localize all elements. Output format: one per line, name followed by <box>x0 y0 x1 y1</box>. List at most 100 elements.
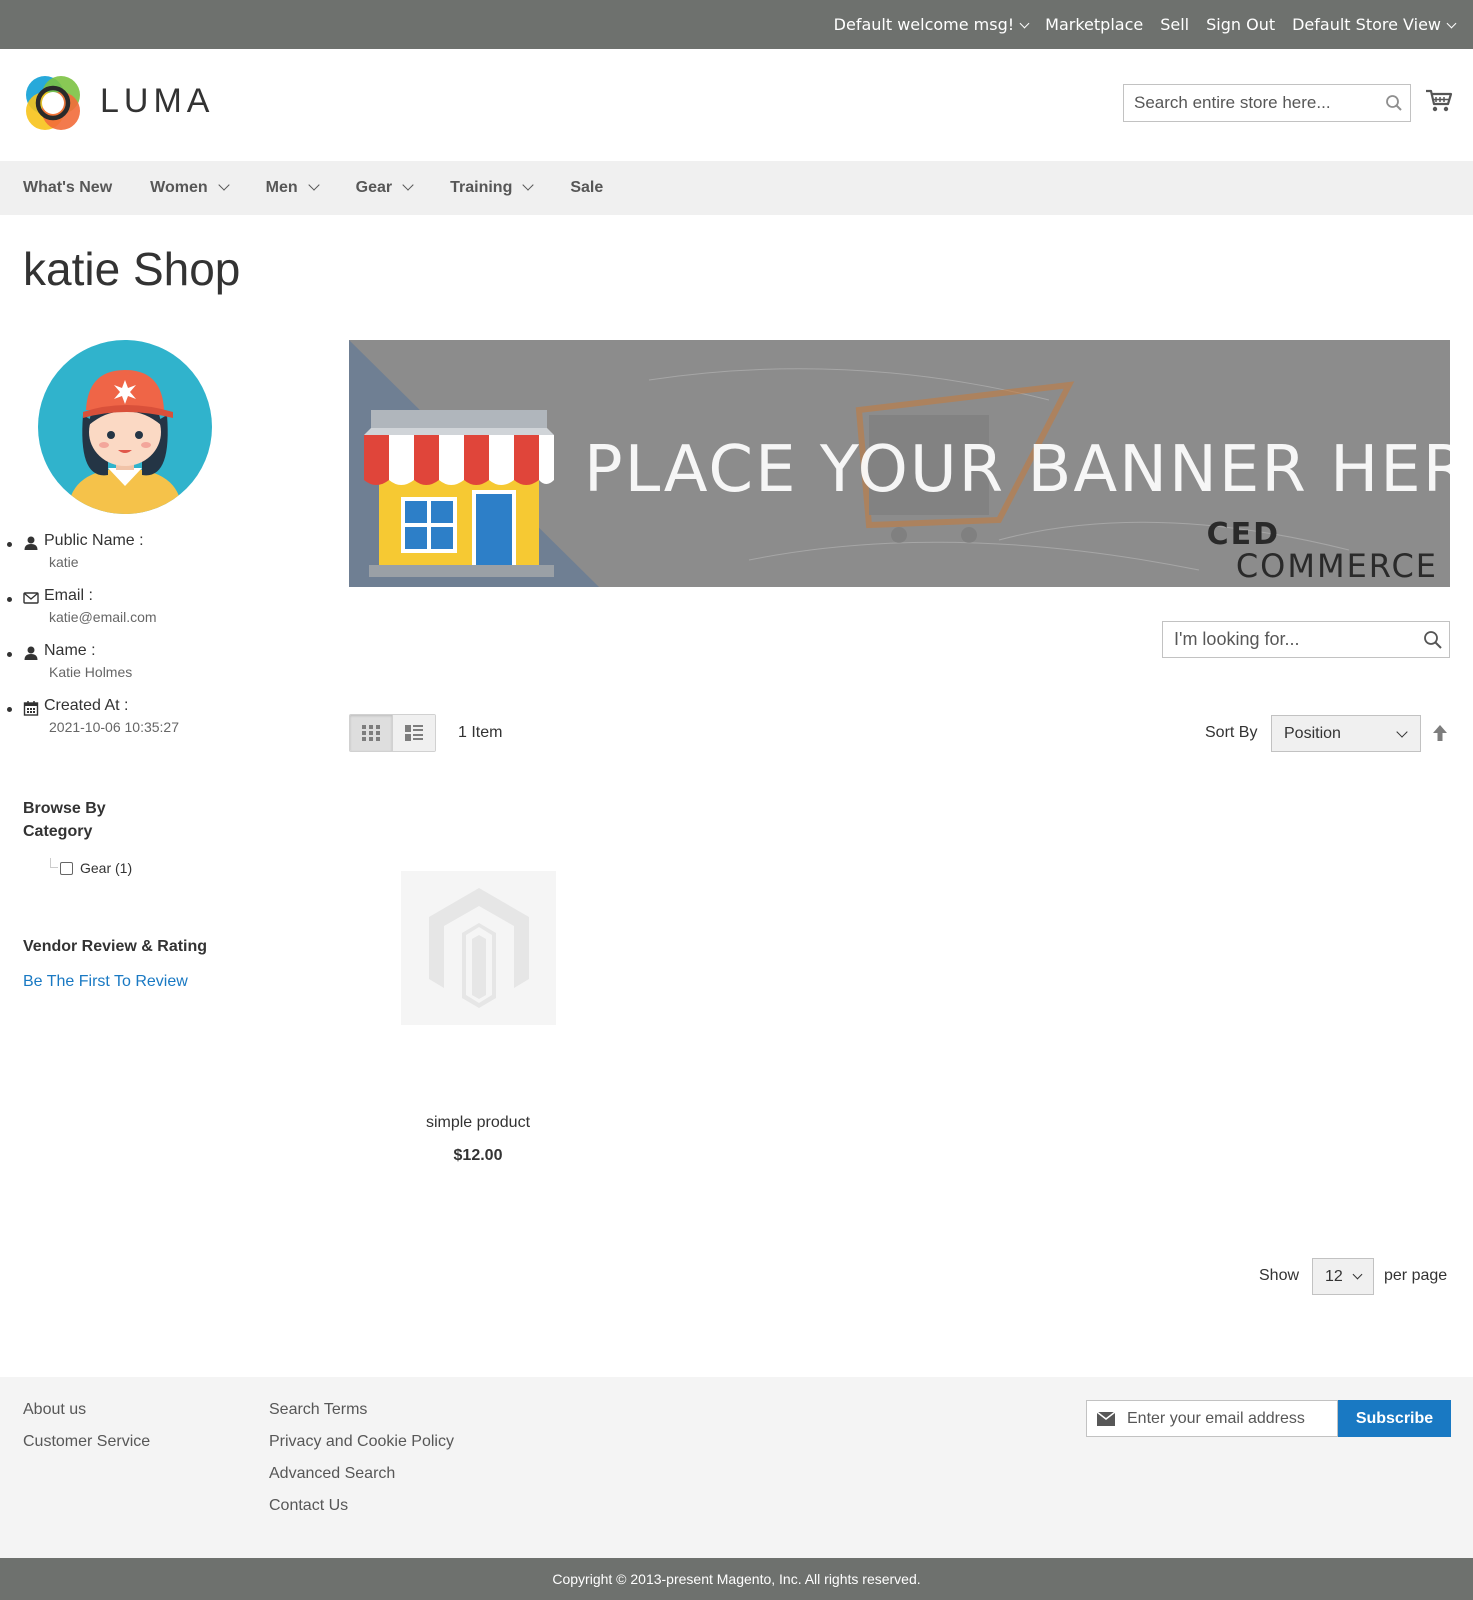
chevron-down-icon <box>522 179 535 191</box>
search-icon[interactable] <box>1417 622 1449 658</box>
sell-link[interactable]: Sell <box>1160 15 1189 34</box>
bullet <box>7 597 12 602</box>
shop-search <box>1162 621 1450 658</box>
nav-item-sale[interactable]: Sale <box>570 179 603 197</box>
nav-item-women[interactable]: Women <box>150 179 230 197</box>
sort-by-select[interactable]: Position <box>1271 715 1421 752</box>
category-filter-gear[interactable]: Gear (1) <box>50 858 133 876</box>
sort-by-value: Position <box>1284 724 1341 742</box>
page-title: katie Shop <box>23 243 241 295</box>
main-navigation: What's New Women Men Gear Training Sale <box>0 161 1473 215</box>
newsletter-field <box>1086 1400 1338 1437</box>
chevron-down-icon <box>217 179 230 191</box>
chevron-down-icon <box>1019 18 1030 29</box>
luma-logo-icon[interactable] <box>23 73 83 133</box>
sort-direction-arrow-icon[interactable] <box>1432 724 1448 742</box>
copyright: Copyright © 2013-present Magento, Inc. A… <box>0 1558 1473 1600</box>
footer-link-privacy[interactable]: Privacy and Cookie Policy <box>269 1432 454 1452</box>
chevron-down-icon <box>1446 18 1457 29</box>
vendor-name: Name : Katie Holmes <box>0 642 260 697</box>
limiter-show-label: Show <box>1259 1267 1300 1284</box>
category-checkbox[interactable] <box>60 861 73 875</box>
vendor-info-list: Public Name : katie Email : katie@email.… <box>0 532 260 752</box>
grid-icon <box>362 725 380 741</box>
email-label: Email : <box>44 587 93 604</box>
public-name-value: katie <box>49 554 79 570</box>
top-bar: Default welcome msg! Marketplace Sell Si… <box>0 0 1473 49</box>
nav-label: Training <box>450 179 513 196</box>
user-icon <box>24 646 38 660</box>
footer-links-col2: Search Terms Privacy and Cookie Policy A… <box>269 1400 454 1528</box>
vendor-avatar <box>38 340 212 514</box>
sort-by-label: Sort By <box>1205 724 1258 741</box>
bullet <box>7 542 12 547</box>
nav-label: Women <box>150 179 208 196</box>
vendor-created-at: Created At : 2021-10-06 10:35:27 <box>0 697 260 752</box>
search-icon[interactable] <box>1378 85 1410 121</box>
chevron-down-icon <box>402 179 414 191</box>
tree-line <box>50 858 58 868</box>
category-label: Gear (1) <box>80 860 133 876</box>
product-name-link[interactable]: simple product <box>349 1114 607 1132</box>
email-value: katie@email.com <box>49 609 157 625</box>
limiter-per-page-label: per page <box>1384 1267 1448 1284</box>
logo-text[interactable]: LUMA <box>100 82 214 121</box>
grid-view-button[interactable] <box>350 715 392 751</box>
limiter-select[interactable]: 12 <box>1312 1258 1374 1295</box>
envelope-icon <box>1097 1411 1115 1426</box>
list-icon <box>405 725 423 741</box>
store-view-switcher[interactable]: Default Store View <box>1292 15 1457 34</box>
calendar-icon <box>23 701 39 716</box>
footer-link-advanced-search[interactable]: Advanced Search <box>269 1464 454 1484</box>
marketplace-link[interactable]: Marketplace <box>1045 15 1143 34</box>
first-review-link[interactable]: Be The First To Review <box>23 973 188 991</box>
chevron-down-icon <box>1396 726 1408 738</box>
footer-link-customer-service[interactable]: Customer Service <box>23 1432 150 1452</box>
footer-links-col1: About us Customer Service <box>23 1400 150 1464</box>
welcome-dropdown[interactable]: Default welcome msg! <box>833 15 1030 34</box>
bullet <box>7 652 12 657</box>
vendor-review-title: Vendor Review & Rating <box>23 938 208 955</box>
sign-out-link[interactable]: Sign Out <box>1206 15 1275 34</box>
user-icon <box>24 536 38 550</box>
store-view-text: Default Store View <box>1292 15 1441 34</box>
newsletter-form: Subscribe <box>1086 1400 1451 1437</box>
nav-item-training[interactable]: Training <box>450 179 535 197</box>
search-input[interactable] <box>1124 85 1378 121</box>
name-value: Katie Holmes <box>49 664 133 680</box>
nav-item-whats-new[interactable]: What's New <box>23 179 112 197</box>
shop-banner: PLACE YOUR BANNER HERE CED COMMERCE <box>349 340 1450 587</box>
product-price: $12.00 <box>453 1147 503 1164</box>
vendor-email: Email : katie@email.com <box>0 587 260 642</box>
footer: About us Customer Service Search Terms P… <box>0 1377 1473 1558</box>
banner-brand-bottom: COMMERCE <box>1235 547 1438 585</box>
view-mode-switch <box>349 714 436 752</box>
header-search <box>1123 84 1411 122</box>
shop-search-input[interactable] <box>1163 622 1417 657</box>
nav-item-gear[interactable]: Gear <box>355 179 414 197</box>
banner-headline: PLACE YOUR BANNER HERE <box>584 433 1450 507</box>
magento-placeholder-icon <box>428 888 529 1008</box>
name-label: Name : <box>44 642 96 659</box>
product-image[interactable] <box>401 871 556 1025</box>
chevron-down-icon <box>1352 1269 1363 1280</box>
vendor-public-name: Public Name : katie <box>0 532 260 587</box>
created-value: 2021-10-06 10:35:27 <box>49 719 179 735</box>
limiter-value: 12 <box>1325 1267 1343 1285</box>
subscribe-button[interactable]: Subscribe <box>1338 1400 1451 1437</box>
welcome-text: Default welcome msg! <box>833 15 1015 34</box>
public-name-label: Public Name : <box>44 532 144 549</box>
footer-link-contact-us[interactable]: Contact Us <box>269 1496 454 1516</box>
bullet <box>7 707 12 712</box>
nav-label: Gear <box>355 179 393 196</box>
footer-link-about-us[interactable]: About us <box>23 1400 150 1420</box>
browse-by-category-title: Browse By Category <box>23 800 106 840</box>
footer-link-search-terms[interactable]: Search Terms <box>269 1400 454 1420</box>
newsletter-email-input[interactable] <box>1115 1401 1337 1436</box>
created-label: Created At : <box>44 697 129 714</box>
item-count: 1 Item <box>458 724 503 741</box>
nav-label: What's New <box>23 179 113 196</box>
list-view-button[interactable] <box>392 715 435 751</box>
nav-item-men[interactable]: Men <box>266 179 320 197</box>
cart-icon[interactable] <box>1424 86 1454 116</box>
